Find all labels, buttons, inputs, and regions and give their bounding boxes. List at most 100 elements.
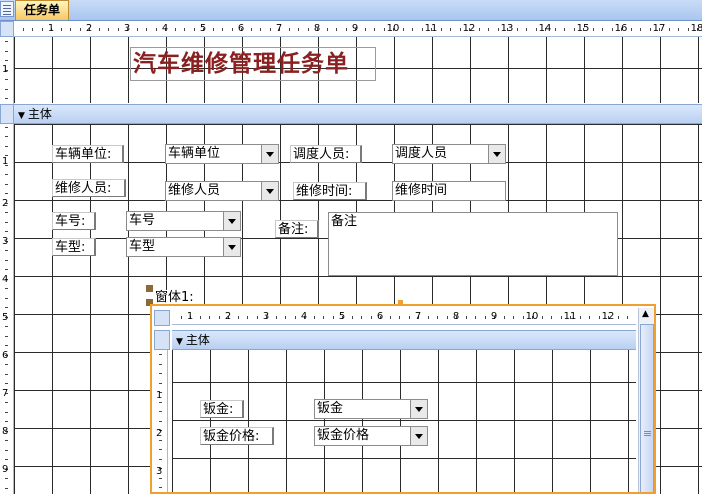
ruler-tick: [687, 28, 689, 31]
ruler-tick: [5, 231, 8, 232]
ruler-tick: [478, 28, 480, 31]
ruler-tick: [269, 28, 271, 31]
ruler-tick: [513, 316, 514, 319]
ruler-tick: [389, 316, 391, 319]
ruler-tick: [668, 28, 670, 31]
vehicle-unit-value: 车辆单位: [168, 146, 221, 161]
ruler-tick: [70, 28, 71, 31]
ruler-tick: [256, 316, 258, 319]
ruler-tick: [41, 28, 43, 31]
model-combo[interactable]: 车型: [126, 237, 241, 257]
chevron-down-icon[interactable]: [223, 238, 240, 256]
sheet-metal-price-label[interactable]: 钣金价格:: [200, 427, 274, 445]
ruler-number: 5: [2, 312, 9, 323]
chevron-down-icon[interactable]: [488, 145, 505, 163]
dispatcher-combo[interactable]: 调度人员: [392, 144, 506, 164]
subform-detail-section-label: 主体: [185, 333, 210, 347]
ruler-tick: [5, 288, 8, 289]
vehicle-unit-label[interactable]: 车辆单位:: [52, 145, 124, 163]
plate-label[interactable]: 车号:: [52, 212, 96, 230]
sheet-metal-price-combo[interactable]: 钣金价格: [314, 426, 428, 446]
chevron-down-icon[interactable]: [261, 145, 278, 163]
detail-section-label: 主体: [27, 107, 52, 121]
ruler-tick: [5, 250, 8, 251]
ruler-tick: [640, 28, 641, 31]
chevron-down-icon[interactable]: [261, 182, 278, 200]
ruler-tick: [5, 259, 8, 261]
ruler-tick: [159, 458, 162, 460]
model-label[interactable]: 车型:: [52, 238, 96, 256]
ruler-tick: [364, 28, 366, 31]
ruler-tick: [5, 421, 8, 422]
ruler-tick: [5, 373, 8, 375]
ruler-number: 18: [690, 23, 702, 34]
repair-time-field[interactable]: 维修时间: [392, 181, 506, 201]
subform-section-selector[interactable]: [154, 330, 170, 350]
move-handle-icon[interactable]: [146, 285, 153, 292]
ruler-tick: [5, 478, 8, 479]
ruler-tick: [564, 28, 565, 31]
ruler-tick: [465, 316, 467, 319]
ruler-tick: [437, 316, 438, 319]
ruler-tick: [450, 28, 451, 31]
repair-time-label[interactable]: 维修时间:: [293, 182, 367, 200]
notes-label[interactable]: 备注:: [275, 220, 319, 238]
tab-task-form[interactable]: 任务单: [15, 0, 69, 20]
subform-detail-section-bar[interactable]: ▼ 主体: [172, 330, 636, 350]
ruler-tick: [427, 316, 429, 319]
ruler-tick: [159, 401, 162, 403]
ruler-tick: [5, 383, 8, 384]
ruler-tick: [79, 28, 81, 31]
form-title[interactable]: 汽车维修管理任务单: [130, 47, 376, 81]
ruler-number: 9: [351, 23, 359, 34]
ruler-number: 1: [47, 23, 55, 34]
subform-horizontal-ruler[interactable]: 1 2 3 4 5 6 7 8 9 10 11 12: [172, 310, 636, 325]
repairer-label[interactable]: 维修人员:: [52, 179, 126, 197]
ruler-tick: [516, 28, 518, 31]
ruler-number: 6: [376, 311, 384, 322]
ruler-number: 2: [85, 23, 93, 34]
subform-vertical-scrollbar[interactable]: ▲: [638, 308, 654, 492]
ruler-number: 15: [576, 23, 590, 34]
chevron-down-icon[interactable]: [410, 427, 427, 445]
chevron-down-icon[interactable]: [410, 400, 427, 418]
repairer-combo[interactable]: 维修人员: [165, 181, 279, 201]
ruler-tick: [551, 316, 552, 319]
ruler-tick: [159, 363, 162, 365]
ruler-number: 8: [313, 23, 321, 34]
ruler-tick: [440, 28, 442, 31]
plate-combo[interactable]: 车号: [126, 211, 241, 231]
detail-section-bar[interactable]: ▼ 主体: [14, 104, 702, 124]
ruler-tick: [579, 316, 581, 319]
subform-vertical-ruler[interactable]: 1 2 3: [154, 350, 168, 492]
ruler-number: 2: [156, 428, 163, 439]
notes-field[interactable]: 备注: [328, 212, 618, 276]
ruler-tick: [475, 316, 476, 319]
horizontal-ruler[interactable]: 1 2 3 4 5 6 7 8 9 10 11 12 13 14 15 16 17 18: [14, 22, 702, 37]
chevron-down-icon[interactable]: [223, 212, 240, 230]
subform-ruler-corner[interactable]: [154, 310, 170, 326]
section-selector[interactable]: [0, 104, 14, 124]
sheet-metal-combo[interactable]: 钣金: [314, 399, 428, 419]
ruler-tick: [446, 316, 448, 319]
ruler-tick: [5, 126, 8, 128]
grip-icon: [644, 431, 651, 432]
ruler-tick: [159, 373, 162, 374]
ruler-corner[interactable]: [0, 21, 14, 37]
sheet-metal-label[interactable]: 钣金:: [200, 400, 244, 418]
vehicle-unit-combo[interactable]: 车辆单位: [165, 144, 279, 164]
subform-control[interactable]: 1 2 3 4 5 6 7 8 9 10 11 12 ▼ 主体 123 钣金: 钣金 钣金价格: 钣金价…: [150, 304, 656, 494]
ruler-number: 13: [500, 23, 514, 34]
ruler-tick: [159, 439, 162, 441]
ruler-number: 1: [186, 311, 194, 322]
ruler-number: 10: [386, 23, 400, 34]
scroll-up-icon[interactable]: ▲: [642, 310, 649, 319]
ruler-number: 8: [2, 426, 9, 437]
ruler-tick: [370, 316, 372, 319]
ruler-tick: [602, 28, 603, 31]
ruler-number: 4: [2, 274, 9, 285]
scrollbar-thumb[interactable]: [640, 324, 654, 492]
dispatcher-label[interactable]: 调度人员:: [290, 145, 362, 163]
ruler-tick: [193, 28, 195, 31]
ruler-tick: [649, 28, 651, 31]
